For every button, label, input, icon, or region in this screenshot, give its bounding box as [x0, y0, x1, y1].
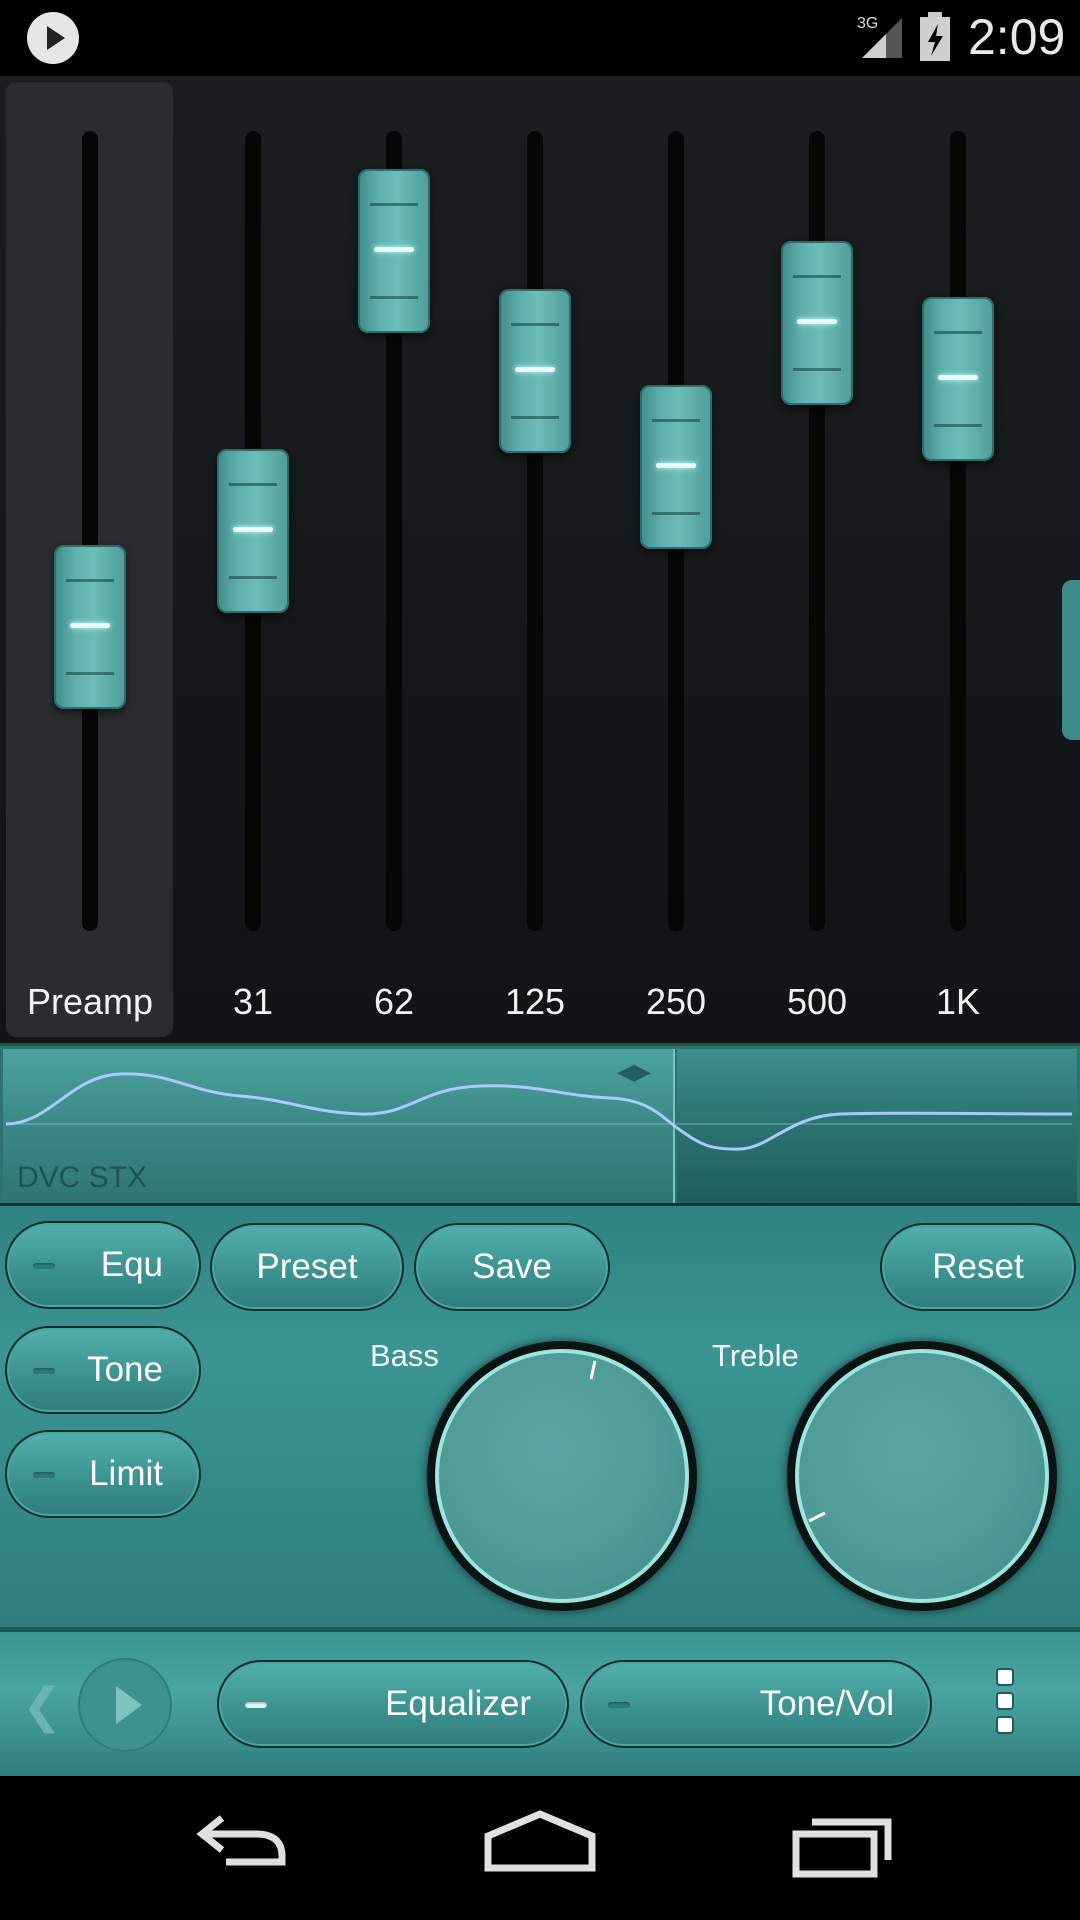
band-label: 1K — [935, 981, 981, 1022]
control-panel: Equ Preset Save Reset Tone Limit Bass Tr… — [0, 1206, 1080, 1630]
equ-toggle-button[interactable]: Equ — [5, 1221, 201, 1309]
knob-grip-line — [793, 368, 841, 371]
bass-dial[interactable] — [427, 1341, 697, 1611]
knob-indicator — [515, 367, 555, 372]
menu-icon[interactable] — [996, 1668, 1020, 1742]
tone-vol-tab-label: Tone/Vol — [759, 1684, 894, 1723]
slider-knob[interactable] — [54, 545, 126, 709]
equalizer-panel: Preamp 31 62 125 250 500 1K — [0, 76, 1080, 1043]
band-label: 500 — [786, 981, 848, 1022]
limit-label: Limit — [89, 1454, 163, 1493]
slider-track[interactable] — [950, 131, 966, 931]
bottom-control-bar: ❮ Equalizer Tone/Vol — [0, 1630, 1080, 1776]
preset-label: Preset — [256, 1247, 358, 1286]
tone-label: Tone — [87, 1350, 163, 1389]
knob-grip-line — [511, 416, 559, 419]
knob-grip-line — [652, 419, 700, 422]
band-label: 31 — [232, 981, 274, 1022]
treble-label: Treble — [712, 1338, 799, 1373]
band-label: 62 — [373, 981, 415, 1022]
eq-curve — [5, 1072, 1073, 1151]
recents-icon[interactable] — [790, 1806, 900, 1891]
chevron-left-icon[interactable]: ❮ — [22, 1678, 62, 1734]
system-nav-bar — [0, 1776, 1080, 1920]
equalizer-tab-button[interactable]: Equalizer — [217, 1660, 569, 1748]
clock: 2:09 — [968, 9, 1066, 65]
status-bar: 3G 2:09 — [0, 0, 1080, 76]
knob-grip-line — [652, 512, 700, 515]
equ-label: Equ — [100, 1245, 163, 1284]
limit-toggle-button[interactable]: Limit — [5, 1430, 201, 1518]
preset-button[interactable]: Preset — [210, 1223, 404, 1311]
save-label: Save — [472, 1247, 552, 1286]
slider-track[interactable] — [82, 131, 98, 931]
eq-curve-display: ◀▶ DVC STX — [0, 1043, 1080, 1206]
knob-indicator — [233, 527, 273, 532]
knob-grip-line — [229, 576, 277, 579]
knob-grip-line — [66, 672, 114, 675]
slider-knob[interactable] — [640, 385, 712, 549]
knob-grip-line — [793, 275, 841, 278]
slider-knob[interactable] — [499, 289, 571, 453]
knob-grip-line — [370, 203, 418, 206]
knob-grip-line — [370, 296, 418, 299]
band-label: 250 — [645, 981, 707, 1022]
battery-icon — [918, 12, 952, 62]
network-label: 3G — [857, 15, 878, 32]
back-icon[interactable] — [186, 1806, 296, 1891]
home-icon[interactable] — [484, 1806, 596, 1891]
knob-indicator — [374, 247, 414, 252]
knob-indicator — [656, 463, 696, 468]
knob-grip-line — [934, 424, 982, 427]
save-button[interactable]: Save — [414, 1223, 610, 1311]
equalizer-tab-label: Equalizer — [385, 1684, 531, 1723]
slider-knob[interactable] — [358, 169, 430, 333]
slider-knob[interactable] — [781, 241, 853, 405]
slider-knob[interactable] — [217, 449, 289, 613]
knob-indicator — [938, 375, 978, 380]
slider-knob[interactable] — [922, 297, 994, 461]
knob-grip-line — [511, 323, 559, 326]
slider-track[interactable] — [527, 131, 543, 931]
play-icon — [27, 12, 79, 64]
play-button[interactable] — [78, 1658, 172, 1752]
signal-icon: 3G — [856, 12, 904, 60]
band-label: 125 — [504, 981, 566, 1022]
knob-grip-line — [934, 331, 982, 334]
bass-label: Bass — [370, 1338, 439, 1373]
edge-scroll-tab[interactable] — [1062, 580, 1080, 740]
knob-grip-line — [229, 483, 277, 486]
band-label: Preamp — [26, 981, 154, 1022]
treble-dial[interactable] — [787, 1341, 1057, 1611]
knob-indicator — [70, 623, 110, 628]
reset-label: Reset — [932, 1247, 1024, 1286]
tone-toggle-button[interactable]: Tone — [5, 1326, 201, 1414]
tone-vol-tab-button[interactable]: Tone/Vol — [580, 1660, 932, 1748]
reset-button[interactable]: Reset — [880, 1223, 1076, 1311]
knob-grip-line — [66, 579, 114, 582]
knob-indicator — [797, 319, 837, 324]
